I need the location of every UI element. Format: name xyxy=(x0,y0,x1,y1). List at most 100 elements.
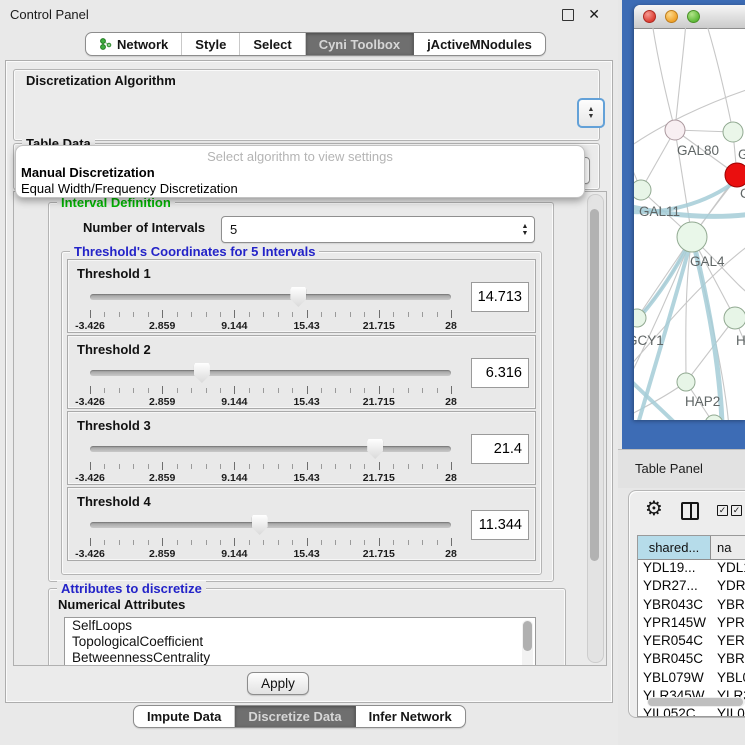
cell-shared-name: YBR043C xyxy=(638,597,711,615)
slider-ticks xyxy=(90,386,451,395)
algorithm-dropdown-popup: Select algorithm to view settings Manual… xyxy=(15,145,585,198)
control-panel-tabbar: NetworkStyleSelectCyni ToolboxjActiveMNo… xyxy=(85,32,546,56)
attribute-list-item[interactable]: TopologicalCoefficient xyxy=(65,634,535,650)
threshold-value-field[interactable] xyxy=(471,510,529,540)
threshold-panel: Threshold 1-3.4262.8599.14415.4321.71528 xyxy=(67,259,536,333)
checkbox-icon[interactable]: ✓ xyxy=(717,505,728,516)
network-node[interactable] xyxy=(677,222,707,252)
cell-name: YBR0 xyxy=(711,597,745,615)
table-row[interactable]: YBR045CYBR0 xyxy=(638,651,745,669)
interval-definition-group: Interval Definition Number of Intervals … xyxy=(48,202,554,582)
network-canvas[interactable]: GAL80GACGAL11GAL4GCY1HHAP2 xyxy=(634,28,745,420)
cell-shared-name: YIL052C xyxy=(638,706,711,717)
threshold-value-field[interactable] xyxy=(471,282,529,312)
slider-track[interactable] xyxy=(90,522,451,528)
table-row[interactable]: YBR043CYBR0 xyxy=(638,597,745,615)
table-row[interactable]: YIL052CYIL0 xyxy=(638,706,745,717)
zoom-window-icon[interactable] xyxy=(687,10,700,23)
settings-scrollbar[interactable] xyxy=(587,194,604,663)
tab-style[interactable]: Style xyxy=(182,33,240,55)
threshold-slider[interactable]: -3.4262.8599.14415.4321.71528 xyxy=(90,438,451,482)
table-row[interactable]: YDL19...YDL1 xyxy=(638,560,745,578)
network-node[interactable] xyxy=(665,120,685,140)
cyni-toolbox-panel: Discretization Algorithm ▲▼ Table Data g… xyxy=(5,60,613,703)
thresholds-group: Threshold's Coordinates for 5 Intervals … xyxy=(61,251,542,575)
cell-name: YBR0 xyxy=(711,651,745,669)
network-window-titlebar[interactable] xyxy=(634,5,745,29)
network-edge-highlighted[interactable] xyxy=(638,237,692,420)
slider-thumb[interactable] xyxy=(367,439,383,459)
threshold-panel: Threshold 4-3.4262.8599.14415.4321.71528 xyxy=(67,487,536,561)
tab-network[interactable]: Network xyxy=(86,33,182,55)
attribute-list-item[interactable]: BetweennessCentrality xyxy=(65,650,535,666)
slider-thumb[interactable] xyxy=(194,363,210,383)
dropdown-option[interactable]: Manual Discretization xyxy=(16,165,584,181)
network-edge[interactable] xyxy=(634,237,692,380)
float-panel-icon[interactable] xyxy=(562,9,574,21)
numerical-attributes-list[interactable]: SelfLoopsTopologicalCoefficientBetweenne… xyxy=(64,617,536,666)
threshold-slider[interactable]: -3.4262.8599.14415.4321.71528 xyxy=(90,362,451,406)
cell-name: YDL1 xyxy=(711,560,745,578)
cell-shared-name: YDL19... xyxy=(638,560,711,578)
network-node[interactable] xyxy=(725,163,745,187)
node-label: GAL11 xyxy=(639,204,680,219)
column-header-name[interactable]: na xyxy=(711,536,745,559)
node-label: HAP2 xyxy=(685,394,720,409)
network-node[interactable] xyxy=(634,180,651,200)
network-node[interactable] xyxy=(677,373,695,391)
table-row[interactable]: YER054CYER0 xyxy=(638,633,745,651)
minimize-window-icon[interactable] xyxy=(665,10,678,23)
attributes-group: Attributes to discretize Numerical Attri… xyxy=(48,588,566,666)
slider-thumb[interactable] xyxy=(252,515,268,535)
table-row[interactable]: YDR27...YDR2 xyxy=(638,578,745,596)
network-edge[interactable] xyxy=(652,28,675,130)
close-window-icon[interactable] xyxy=(643,10,656,23)
tab-discretize-data[interactable]: Discretize Data xyxy=(235,706,355,727)
table-row[interactable]: YPR145WYPR1 xyxy=(638,615,745,633)
threshold-value-field[interactable] xyxy=(471,358,529,388)
control-panel: Control Panel ✕ NetworkStyleSelectCyni T… xyxy=(0,0,618,745)
slider-ticks xyxy=(90,310,451,319)
tab-impute-data[interactable]: Impute Data xyxy=(134,706,235,727)
network-icon xyxy=(99,37,112,51)
network-edge[interactable] xyxy=(706,28,733,132)
dropdown-option[interactable]: Equal Width/Frequency Discretization xyxy=(16,181,584,197)
close-icon[interactable]: ✕ xyxy=(588,6,600,23)
horizontal-scrollbar[interactable] xyxy=(647,697,745,707)
cell-shared-name: YBR045C xyxy=(638,651,711,669)
node-label: GAL80 xyxy=(677,143,719,158)
list-scrollbar[interactable] xyxy=(522,620,533,666)
number-of-intervals-combo[interactable]: 5 ▲▼ xyxy=(221,216,535,243)
threshold-slider[interactable]: -3.4262.8599.14415.4321.71528 xyxy=(90,514,451,558)
cyni-mode-tabbar: Impute DataDiscretize DataInfer Network xyxy=(133,705,466,728)
threshold-value-field[interactable] xyxy=(471,434,529,464)
tab-infer-network[interactable]: Infer Network xyxy=(356,706,465,727)
checkbox-icon[interactable]: ✓ xyxy=(731,505,742,516)
tab-select[interactable]: Select xyxy=(240,33,305,55)
split-columns-icon[interactable] xyxy=(681,502,699,520)
slider-tick-labels: -3.4262.8599.14415.4321.71528 xyxy=(90,548,451,559)
threshold-panel: Threshold 2 -3.4262.8599.14415.4321.71528 xyxy=(67,335,536,409)
cell-name: YER0 xyxy=(711,633,745,651)
slider-thumb[interactable] xyxy=(290,287,306,307)
number-of-intervals-label: Number of Intervals xyxy=(83,220,205,235)
column-header-shared-name[interactable]: shared... xyxy=(638,536,711,559)
threshold-slider[interactable]: -3.4262.8599.14415.4321.71528 xyxy=(90,286,451,330)
tab-cyni-toolbox[interactable]: Cyni Toolbox xyxy=(306,33,414,55)
table-row[interactable]: YBL079WYBL0 xyxy=(638,670,745,688)
gear-icon[interactable]: ⚙ xyxy=(645,499,663,519)
slider-track[interactable] xyxy=(90,294,451,300)
apply-button[interactable]: Apply xyxy=(247,672,309,695)
combo-arrows-icon: ▲▼ xyxy=(516,223,534,237)
network-node[interactable] xyxy=(723,122,743,142)
table-panel: ⚙ ✓ ✓ shared... na YDL19...YDL1YDR27...Y… xyxy=(628,490,745,718)
threshold-label: Threshold 2 xyxy=(77,342,151,357)
tab-jactivemnodules[interactable]: jActiveMNodules xyxy=(414,33,545,55)
attribute-list-item[interactable]: SelfLoops xyxy=(65,618,535,634)
network-node[interactable] xyxy=(724,307,745,329)
dropdown-placeholder: Select algorithm to view settings xyxy=(16,149,584,165)
slider-track[interactable] xyxy=(90,446,451,452)
node-label: GCY1 xyxy=(634,333,664,348)
slider-track[interactable] xyxy=(90,370,451,376)
algorithm-combo[interactable]: ▲▼ xyxy=(577,98,605,128)
